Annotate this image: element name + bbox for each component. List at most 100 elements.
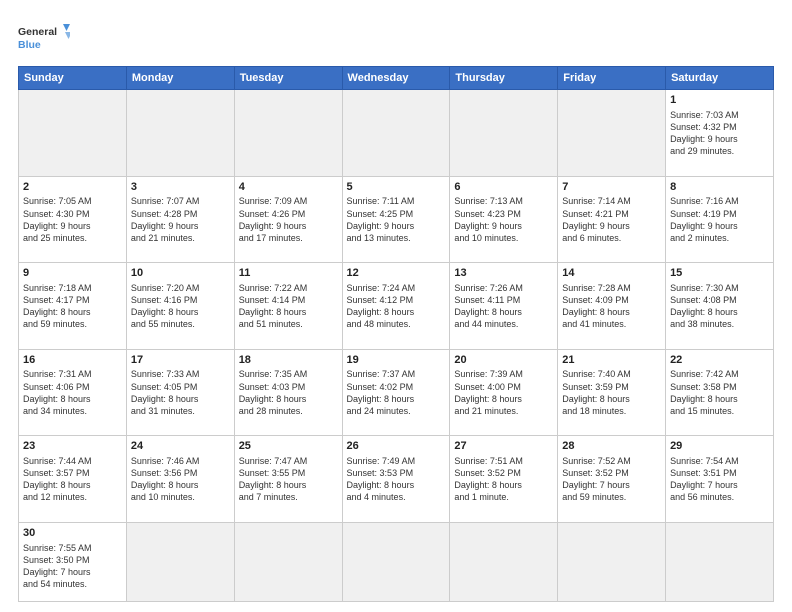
day-number: 14 [562,266,661,281]
day-number: 30 [23,526,122,541]
weekday-thursday: Thursday [450,67,558,90]
day-number: 29 [670,439,769,454]
calendar-cell: 7Sunrise: 7:14 AM Sunset: 4:21 PM Daylig… [558,176,666,263]
calendar-cell [450,522,558,601]
day-info: Sunrise: 7:52 AM Sunset: 3:52 PM Dayligh… [562,455,661,504]
day-number: 11 [239,266,338,281]
weekday-friday: Friday [558,67,666,90]
calendar-cell: 30Sunrise: 7:55 AM Sunset: 3:50 PM Dayli… [19,522,127,601]
calendar-cell: 16Sunrise: 7:31 AM Sunset: 4:06 PM Dayli… [19,349,127,436]
day-number: 15 [670,266,769,281]
calendar-cell [450,90,558,177]
day-number: 16 [23,353,122,368]
day-number: 21 [562,353,661,368]
day-info: Sunrise: 7:07 AM Sunset: 4:28 PM Dayligh… [131,195,230,244]
day-info: Sunrise: 7:16 AM Sunset: 4:19 PM Dayligh… [670,195,769,244]
calendar-week-2: 9Sunrise: 7:18 AM Sunset: 4:17 PM Daylig… [19,263,774,350]
calendar-cell: 8Sunrise: 7:16 AM Sunset: 4:19 PM Daylig… [666,176,774,263]
calendar-cell: 17Sunrise: 7:33 AM Sunset: 4:05 PM Dayli… [126,349,234,436]
calendar-cell [234,90,342,177]
calendar-cell: 12Sunrise: 7:24 AM Sunset: 4:12 PM Dayli… [342,263,450,350]
calendar-cell: 5Sunrise: 7:11 AM Sunset: 4:25 PM Daylig… [342,176,450,263]
calendar-cell: 1Sunrise: 7:03 AM Sunset: 4:32 PM Daylig… [666,90,774,177]
weekday-header-row: SundayMondayTuesdayWednesdayThursdayFrid… [19,67,774,90]
day-info: Sunrise: 7:13 AM Sunset: 4:23 PM Dayligh… [454,195,553,244]
calendar-cell: 26Sunrise: 7:49 AM Sunset: 3:53 PM Dayli… [342,436,450,523]
weekday-saturday: Saturday [666,67,774,90]
day-info: Sunrise: 7:37 AM Sunset: 4:02 PM Dayligh… [347,368,446,417]
day-number: 9 [23,266,122,281]
calendar-week-3: 16Sunrise: 7:31 AM Sunset: 4:06 PM Dayli… [19,349,774,436]
calendar-cell: 23Sunrise: 7:44 AM Sunset: 3:57 PM Dayli… [19,436,127,523]
day-number: 13 [454,266,553,281]
calendar-cell: 6Sunrise: 7:13 AM Sunset: 4:23 PM Daylig… [450,176,558,263]
day-info: Sunrise: 7:22 AM Sunset: 4:14 PM Dayligh… [239,282,338,331]
day-number: 7 [562,180,661,195]
day-info: Sunrise: 7:31 AM Sunset: 4:06 PM Dayligh… [23,368,122,417]
svg-text:Blue: Blue [18,39,41,51]
calendar-cell [558,522,666,601]
day-number: 8 [670,180,769,195]
calendar-cell: 13Sunrise: 7:26 AM Sunset: 4:11 PM Dayli… [450,263,558,350]
calendar-cell [558,90,666,177]
logo-svg: General Blue [18,22,70,58]
day-info: Sunrise: 7:33 AM Sunset: 4:05 PM Dayligh… [131,368,230,417]
day-number: 12 [347,266,446,281]
day-info: Sunrise: 7:18 AM Sunset: 4:17 PM Dayligh… [23,282,122,331]
day-info: Sunrise: 7:14 AM Sunset: 4:21 PM Dayligh… [562,195,661,244]
day-number: 27 [454,439,553,454]
day-number: 1 [670,93,769,108]
day-number: 28 [562,439,661,454]
calendar-cell: 15Sunrise: 7:30 AM Sunset: 4:08 PM Dayli… [666,263,774,350]
day-info: Sunrise: 7:40 AM Sunset: 3:59 PM Dayligh… [562,368,661,417]
day-info: Sunrise: 7:09 AM Sunset: 4:26 PM Dayligh… [239,195,338,244]
day-number: 10 [131,266,230,281]
calendar-cell [234,522,342,601]
calendar-cell [342,90,450,177]
calendar-week-4: 23Sunrise: 7:44 AM Sunset: 3:57 PM Dayli… [19,436,774,523]
day-number: 6 [454,180,553,195]
day-info: Sunrise: 7:20 AM Sunset: 4:16 PM Dayligh… [131,282,230,331]
svg-text:General: General [18,26,57,38]
calendar-cell: 10Sunrise: 7:20 AM Sunset: 4:16 PM Dayli… [126,263,234,350]
calendar-cell: 4Sunrise: 7:09 AM Sunset: 4:26 PM Daylig… [234,176,342,263]
header: General Blue [18,18,774,58]
day-info: Sunrise: 7:46 AM Sunset: 3:56 PM Dayligh… [131,455,230,504]
day-info: Sunrise: 7:03 AM Sunset: 4:32 PM Dayligh… [670,109,769,158]
calendar-cell: 25Sunrise: 7:47 AM Sunset: 3:55 PM Dayli… [234,436,342,523]
day-info: Sunrise: 7:39 AM Sunset: 4:00 PM Dayligh… [454,368,553,417]
day-number: 3 [131,180,230,195]
weekday-sunday: Sunday [19,67,127,90]
day-number: 24 [131,439,230,454]
day-info: Sunrise: 7:28 AM Sunset: 4:09 PM Dayligh… [562,282,661,331]
calendar-cell: 24Sunrise: 7:46 AM Sunset: 3:56 PM Dayli… [126,436,234,523]
calendar-cell: 27Sunrise: 7:51 AM Sunset: 3:52 PM Dayli… [450,436,558,523]
day-number: 4 [239,180,338,195]
day-info: Sunrise: 7:51 AM Sunset: 3:52 PM Dayligh… [454,455,553,504]
day-number: 18 [239,353,338,368]
calendar-cell: 2Sunrise: 7:05 AM Sunset: 4:30 PM Daylig… [19,176,127,263]
day-info: Sunrise: 7:11 AM Sunset: 4:25 PM Dayligh… [347,195,446,244]
day-number: 19 [347,353,446,368]
calendar-cell [126,90,234,177]
day-number: 22 [670,353,769,368]
day-info: Sunrise: 7:30 AM Sunset: 4:08 PM Dayligh… [670,282,769,331]
calendar-cell: 28Sunrise: 7:52 AM Sunset: 3:52 PM Dayli… [558,436,666,523]
day-info: Sunrise: 7:44 AM Sunset: 3:57 PM Dayligh… [23,455,122,504]
weekday-monday: Monday [126,67,234,90]
day-info: Sunrise: 7:35 AM Sunset: 4:03 PM Dayligh… [239,368,338,417]
calendar-cell: 14Sunrise: 7:28 AM Sunset: 4:09 PM Dayli… [558,263,666,350]
logo: General Blue [18,22,70,58]
day-info: Sunrise: 7:55 AM Sunset: 3:50 PM Dayligh… [23,542,122,591]
weekday-tuesday: Tuesday [234,67,342,90]
calendar-cell: 11Sunrise: 7:22 AM Sunset: 4:14 PM Dayli… [234,263,342,350]
day-info: Sunrise: 7:24 AM Sunset: 4:12 PM Dayligh… [347,282,446,331]
calendar-table: SundayMondayTuesdayWednesdayThursdayFrid… [18,66,774,602]
calendar-cell [666,522,774,601]
calendar-cell: 29Sunrise: 7:54 AM Sunset: 3:51 PM Dayli… [666,436,774,523]
day-number: 2 [23,180,122,195]
calendar-week-5: 30Sunrise: 7:55 AM Sunset: 3:50 PM Dayli… [19,522,774,601]
calendar-cell: 18Sunrise: 7:35 AM Sunset: 4:03 PM Dayli… [234,349,342,436]
calendar-cell [342,522,450,601]
calendar-cell: 9Sunrise: 7:18 AM Sunset: 4:17 PM Daylig… [19,263,127,350]
